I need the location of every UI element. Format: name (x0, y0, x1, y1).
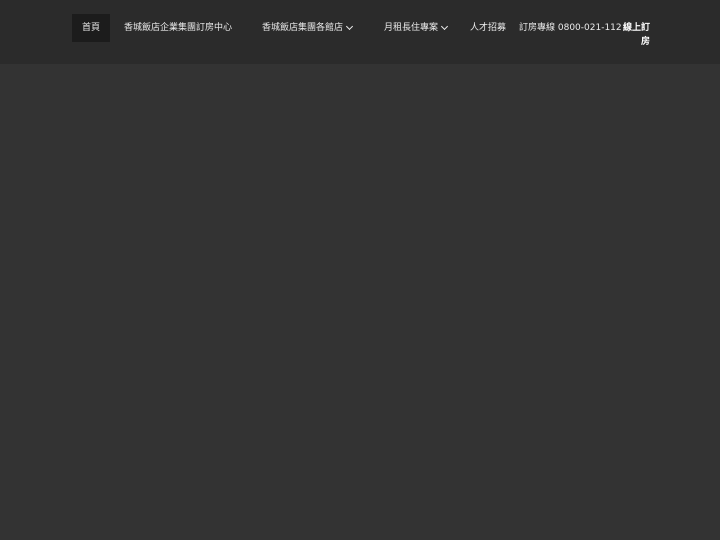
nav-hotline[interactable]: 訂房專線 0800-021-112 (519, 14, 622, 42)
nav-branches[interactable]: 香城飯店集團各館店 (252, 14, 362, 42)
chevron-down-icon (441, 22, 449, 31)
nav-hotline-label: 訂房專線 0800-021-112 (519, 23, 622, 33)
main-menu: 首頁 香城飯店企業集團訂房中心 香城飯店集團各館店 月租長住專案 (72, 14, 457, 42)
online-booking-button[interactable]: 線上訂房 (622, 21, 650, 49)
nav-monthly-rental-label: 月租長住專案 (384, 23, 439, 33)
nav-recruit[interactable]: 人才招募 (470, 14, 506, 42)
nav-monthly-rental[interactable]: 月租長住專案 (374, 14, 457, 42)
nav-branches-label: 香城飯店集團各館店 (262, 23, 344, 33)
nav-corporate-booking-label: 香城飯店企業集團訂房中心 (124, 23, 233, 33)
main-content-area (0, 64, 720, 540)
nav-home[interactable]: 首頁 (72, 14, 111, 42)
nav-home-label: 首頁 (82, 23, 101, 33)
top-navigation-bar: 首頁 香城飯店企業集團訂房中心 香城飯店集團各館店 月租長住專案 人才招募 訂房… (0, 0, 720, 64)
nav-recruit-label: 人才招募 (470, 23, 507, 33)
chevron-down-icon (346, 22, 354, 31)
nav-corporate-booking[interactable]: 香城飯店企業集團訂房中心 (114, 14, 242, 42)
online-booking-label: 線上訂房 (622, 23, 650, 47)
